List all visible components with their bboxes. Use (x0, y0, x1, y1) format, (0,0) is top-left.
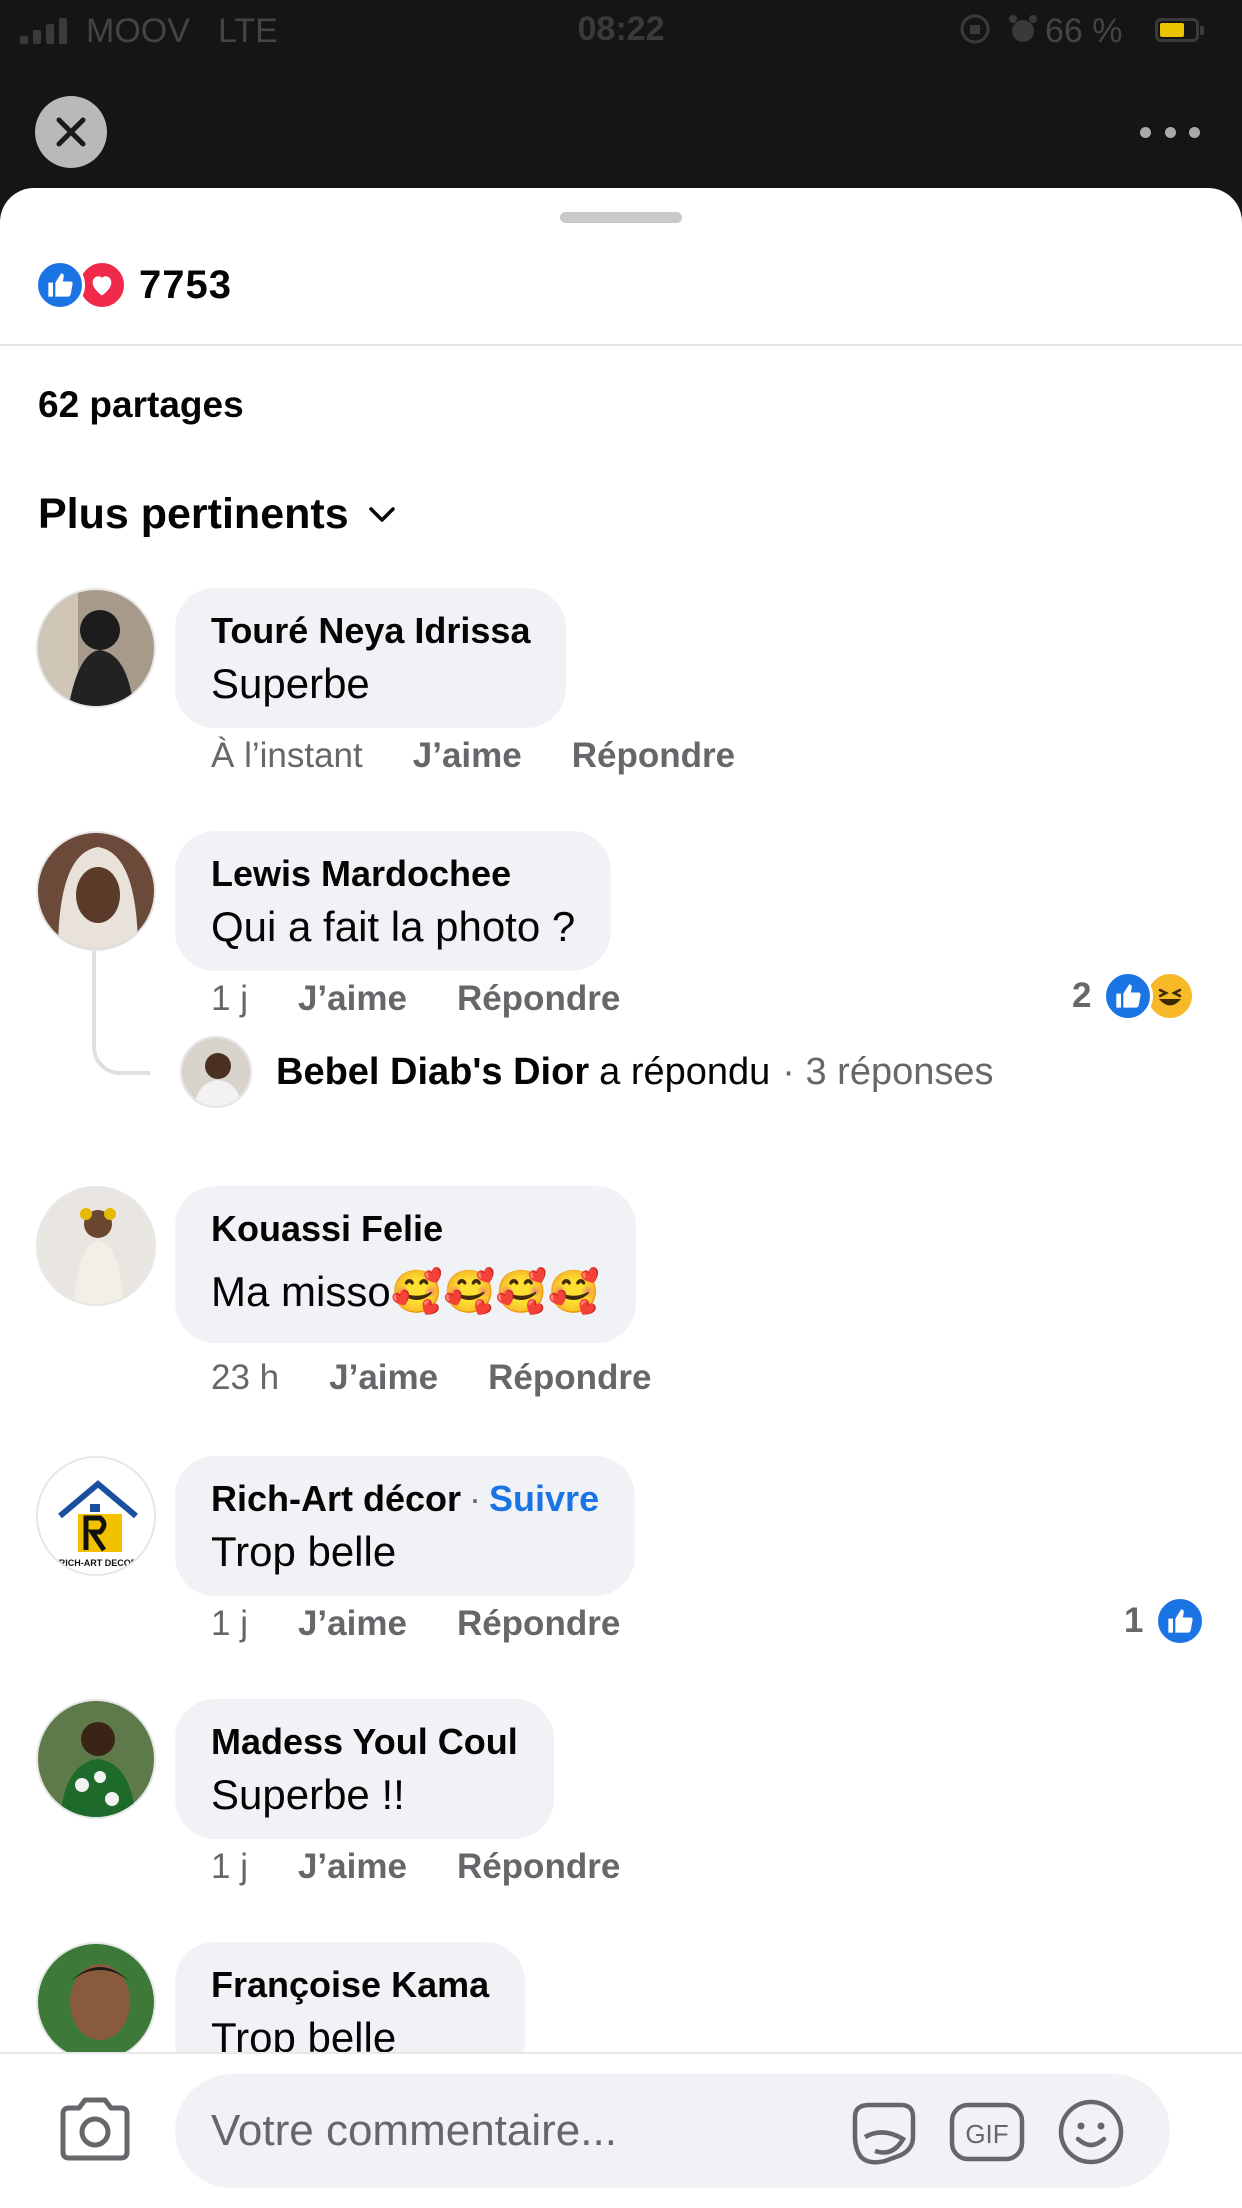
comment-actions: 1 j J’aime Répondre (211, 1604, 620, 1644)
comment-bubble[interactable]: Kouassi Felie Ma misso🥰🥰🥰🥰 (175, 1186, 636, 1343)
view-replies-link[interactable]: Bebel Diab's Dior a répondu · 3 réponses (180, 1036, 994, 1108)
divider (0, 344, 1242, 346)
comment-field: GIF (175, 2074, 1170, 2188)
comment-time: À l’instant (211, 736, 363, 775)
comment-author[interactable]: Lewis Mardochee (211, 853, 575, 895)
comment-time: 1 j (211, 979, 248, 1018)
comment-actions: À l’instant J’aime Répondre (211, 736, 735, 776)
reply-count: · 3 réponses (782, 1050, 994, 1093)
chevron-down-icon (368, 506, 395, 522)
sticker-button[interactable] (843, 2100, 923, 2165)
avatar[interactable] (36, 1186, 156, 1306)
shares-count[interactable]: 62 partages (38, 384, 244, 426)
comment-bubble[interactable]: Rich-Art décor · Suivre Trop belle (175, 1456, 636, 1596)
comment-time: 1 j (211, 1847, 248, 1886)
like-button[interactable]: J’aime (298, 1604, 407, 1644)
comment-reaction-count: 1 (1124, 1601, 1144, 1640)
close-icon (56, 117, 86, 147)
comment-author[interactable]: Madess Youl Coul (211, 1721, 518, 1763)
reply-button[interactable]: Répondre (457, 1847, 620, 1887)
reply-button[interactable]: Répondre (488, 1358, 651, 1398)
svg-text:RICH-ART DECOR: RICH-ART DECOR (59, 1558, 138, 1568)
camera-button[interactable] (55, 2094, 135, 2164)
reply-button[interactable]: Répondre (457, 979, 620, 1019)
like-icon (35, 260, 85, 310)
like-button[interactable]: J’aime (298, 1847, 407, 1887)
emoji-icon (1058, 2099, 1124, 2165)
reply-button[interactable]: Répondre (572, 736, 735, 776)
comment-actions: 23 h J’aime Répondre (211, 1358, 651, 1398)
comment-composer: GIF (0, 2052, 1242, 2208)
comment-text: Trop belle (211, 1528, 397, 1575)
reply-button[interactable]: Répondre (457, 1604, 620, 1644)
comment-reactions[interactable]: 1 (1124, 1596, 1206, 1646)
comments-sheet: 7753 62 partages Plus pertinents Touré N… (0, 188, 1242, 2208)
avatar[interactable] (36, 1699, 156, 1819)
avatar[interactable] (36, 588, 156, 708)
comment-author[interactable]: Françoise Kama (211, 1964, 489, 2006)
sticker-icon (852, 2102, 916, 2165)
sheet-grabber[interactable] (560, 212, 682, 223)
follow-button[interactable]: Suivre (489, 1478, 599, 1520)
svg-text:GIF: GIF (965, 2119, 1008, 2149)
reply-author: Bebel Diab's Dior (276, 1050, 590, 1093)
sort-label: Plus pertinents (38, 490, 349, 538)
battery-percent: 66 % (1045, 12, 1123, 50)
comment-bubble[interactable]: Lewis Mardochee Qui a fait la photo ? (175, 831, 612, 971)
comment-author[interactable]: Kouassi Felie (211, 1208, 600, 1250)
comment-time: 1 j (211, 1604, 248, 1643)
comment-author[interactable]: Touré Neya Idrissa (211, 610, 530, 652)
sort-dropdown[interactable]: Plus pertinents (38, 490, 397, 539)
avatar[interactable] (36, 1942, 156, 2062)
comment-actions: 1 j J’aime Répondre (211, 979, 620, 1019)
comment-bubble[interactable]: Madess Youl Coul Superbe !! (175, 1699, 554, 1839)
like-button[interactable]: J’aime (298, 979, 407, 1019)
reactions-summary[interactable]: 7753 (35, 260, 232, 310)
like-icon (1155, 1596, 1206, 1646)
camera-icon (60, 2097, 130, 2161)
battery-icon (1155, 18, 1204, 42)
emoji-button[interactable] (1051, 2099, 1131, 2165)
like-button[interactable]: J’aime (413, 736, 522, 776)
reply-avatar (180, 1036, 252, 1108)
thread-line (92, 951, 150, 1075)
reply-verb: a répondu (599, 1050, 771, 1093)
comment-text: Superbe !! (211, 1771, 405, 1818)
comment-author[interactable]: Rich-Art décor (211, 1478, 461, 1520)
alarm-icon (1009, 15, 1037, 42)
avatar[interactable] (36, 831, 156, 951)
comment-bubble[interactable]: Touré Neya Idrissa Superbe (175, 588, 567, 728)
comment-author-row: Rich-Art décor · Suivre (211, 1478, 600, 1520)
comment-time: 23 h (211, 1358, 280, 1397)
gif-button[interactable]: GIF (947, 2100, 1027, 2164)
status-bar: MOOV LTE 08:22 66 % (0, 0, 1242, 60)
like-icon (1103, 971, 1154, 1021)
comment-actions: 1 j J’aime Répondre (211, 1847, 620, 1887)
comment-text: Qui a fait la photo ? (211, 903, 576, 950)
avatar[interactable]: RICH-ART DECOR (36, 1456, 156, 1576)
reaction-count: 7753 (139, 262, 232, 307)
more-icon (1140, 126, 1151, 138)
comment-reactions[interactable]: 2 (1072, 971, 1196, 1021)
comment-text: Ma misso🥰🥰🥰🥰 (211, 1268, 600, 1315)
like-button[interactable]: J’aime (329, 1358, 438, 1398)
more-options-button[interactable] (1140, 112, 1200, 152)
close-button[interactable] (35, 96, 107, 168)
orientation-lock-icon (960, 14, 990, 44)
gif-icon: GIF (949, 2102, 1025, 2162)
comment-reaction-count: 2 (1072, 976, 1092, 1015)
comment-input[interactable] (211, 2074, 771, 2188)
comment-text: Superbe (211, 660, 370, 707)
